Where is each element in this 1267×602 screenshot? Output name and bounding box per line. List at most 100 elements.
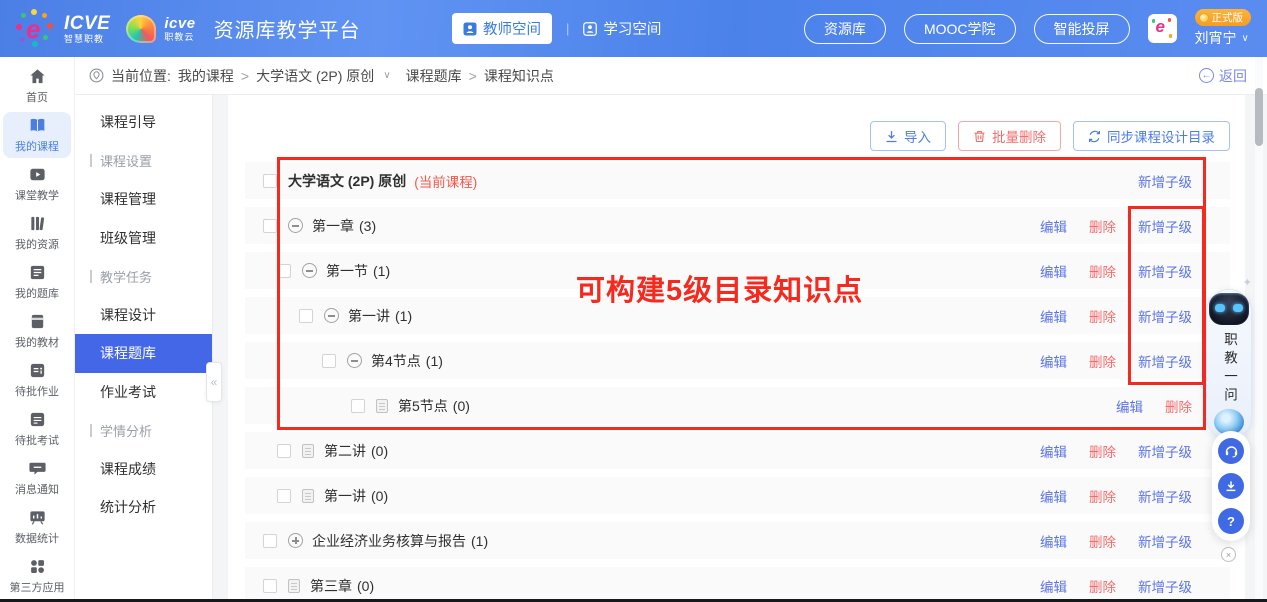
- tree-row-root: 大学语文 (2P) 原创 (当前课程) 新增子级: [245, 162, 1230, 199]
- breadcrumb-question-bank[interactable]: 课程题库: [406, 66, 462, 86]
- teacher-space-button[interactable]: 教师空间: [452, 13, 552, 44]
- row-checkbox[interactable]: [299, 309, 313, 323]
- delete-link[interactable]: 删除: [1089, 576, 1116, 596]
- user-menu[interactable]: 正式版 刘宵宁 ∨: [1195, 9, 1252, 48]
- add-child-link[interactable]: 新增子级: [1138, 261, 1192, 281]
- rail-item-classroom[interactable]: 课堂教学: [3, 161, 71, 207]
- add-child-link[interactable]: 新增子级: [1138, 171, 1192, 191]
- tree-row: 第一章 (3) 编辑 删除 新增子级: [245, 207, 1230, 244]
- add-child-link[interactable]: 新增子级: [1138, 486, 1192, 506]
- rail-item-notifications[interactable]: 消息通知: [3, 455, 71, 501]
- expand-plus-icon[interactable]: [288, 533, 303, 548]
- back-button[interactable]: ← 返回: [1199, 66, 1247, 86]
- edit-link[interactable]: 编辑: [1040, 486, 1067, 506]
- collapse-minus-icon[interactable]: [302, 263, 317, 278]
- add-child-link[interactable]: 新增子级: [1138, 576, 1192, 596]
- node-label: 第二讲: [324, 441, 366, 461]
- edit-link[interactable]: 编辑: [1040, 261, 1067, 281]
- row-checkbox[interactable]: [277, 489, 291, 503]
- scrollbar-thumb[interactable]: [1255, 88, 1263, 146]
- floating-toolbar: ?: [1212, 431, 1250, 541]
- edit-link[interactable]: 编辑: [1040, 576, 1067, 596]
- row-checkbox[interactable]: [263, 579, 277, 593]
- rail-item-home[interactable]: 首页: [3, 63, 71, 109]
- delete-link[interactable]: 删除: [1089, 351, 1116, 371]
- node-count: (0): [453, 398, 470, 414]
- row-checkbox[interactable]: [263, 174, 277, 188]
- row-checkbox[interactable]: [322, 354, 336, 368]
- sidebar-item-course-management[interactable]: 课程管理: [75, 180, 212, 219]
- edit-link[interactable]: 编辑: [1040, 531, 1067, 551]
- delete-link[interactable]: 删除: [1089, 216, 1116, 236]
- rail-item-third-party-apps[interactable]: 第三方应用: [3, 553, 71, 599]
- sparkle-icon: ✦: [1243, 276, 1252, 289]
- breadcrumb-course-name[interactable]: 大学语文 (2P) 原创: [256, 66, 374, 86]
- add-child-link[interactable]: 新增子级: [1138, 351, 1192, 371]
- question-bank-icon: [28, 263, 47, 282]
- edit-link[interactable]: 编辑: [1040, 216, 1067, 236]
- resource-library-button[interactable]: 资源库: [804, 14, 886, 44]
- tree-row: 第三章 (0) 编辑 删除 新增子级: [245, 567, 1230, 602]
- sidebar-item-homework-exams[interactable]: 作业考试: [75, 373, 212, 412]
- delete-link[interactable]: 删除: [1089, 261, 1116, 281]
- customer-service-button[interactable]: [1218, 438, 1244, 464]
- icve-mini-logo[interactable]: e: [1148, 14, 1177, 43]
- delete-link[interactable]: 删除: [1089, 441, 1116, 461]
- smart-cast-button[interactable]: 智能投屏: [1034, 14, 1130, 44]
- add-child-link[interactable]: 新增子级: [1138, 306, 1192, 326]
- sidebar-item-statistical-analysis[interactable]: 统计分析: [75, 488, 212, 527]
- add-child-link[interactable]: 新增子级: [1138, 216, 1192, 236]
- icve-cloud-logo-icon: [126, 15, 156, 43]
- edit-link[interactable]: 编辑: [1040, 351, 1067, 371]
- sidebar-item-course-question-bank[interactable]: 课程题库: [75, 334, 212, 373]
- delete-link[interactable]: 删除: [1165, 396, 1192, 416]
- sidebar-collapse-handle[interactable]: «: [206, 362, 222, 402]
- collapse-minus-icon[interactable]: [347, 353, 362, 368]
- add-child-link[interactable]: 新增子级: [1138, 441, 1192, 461]
- close-widget-icon[interactable]: ×: [1221, 547, 1236, 562]
- mooc-college-button[interactable]: MOOC学院: [904, 14, 1016, 44]
- learning-space-button[interactable]: 学习空间: [583, 18, 661, 39]
- collapse-minus-icon[interactable]: [288, 218, 303, 233]
- sidebar-item-course-guide[interactable]: 课程引导: [75, 103, 212, 142]
- row-checkbox[interactable]: [263, 534, 277, 548]
- assistant-widget[interactable]: ✦ 职教一问: [1204, 276, 1254, 440]
- row-checkbox[interactable]: [351, 399, 365, 413]
- textbook-icon: [28, 312, 47, 331]
- delete-link[interactable]: 删除: [1089, 306, 1116, 326]
- rail-item-my-courses[interactable]: 我的课程: [3, 112, 71, 158]
- tree-row: 第4节点 (1) 编辑 删除 新增子级: [245, 342, 1230, 379]
- node-count: (0): [357, 578, 374, 594]
- delete-link[interactable]: 删除: [1089, 486, 1116, 506]
- add-child-link[interactable]: 新增子级: [1138, 531, 1192, 551]
- document-icon: [376, 399, 388, 413]
- node-label: 第一讲: [348, 306, 390, 326]
- sync-course-design-button[interactable]: 同步课程设计目录: [1073, 121, 1230, 151]
- edit-link[interactable]: 编辑: [1040, 306, 1067, 326]
- row-checkbox[interactable]: [277, 444, 291, 458]
- tree-row: 第一讲 (1) 编辑 删除 新增子级: [245, 297, 1230, 334]
- row-checkbox[interactable]: [277, 264, 291, 278]
- course-dropdown-caret-icon[interactable]: ∨: [383, 70, 390, 81]
- edit-link[interactable]: 编辑: [1116, 396, 1143, 416]
- download-button[interactable]: [1218, 473, 1244, 499]
- rail-item-textbook[interactable]: 我的教材: [3, 308, 71, 354]
- import-button[interactable]: 导入: [870, 121, 946, 151]
- row-checkbox[interactable]: [263, 219, 277, 233]
- batch-delete-button[interactable]: 批量删除: [958, 121, 1061, 151]
- rail-item-my-resources[interactable]: 我的资源: [3, 210, 71, 256]
- edit-link[interactable]: 编辑: [1040, 441, 1067, 461]
- sidebar-item-course-grades[interactable]: 课程成绩: [75, 450, 212, 489]
- assistant-label: 职教一问: [1219, 332, 1239, 406]
- rail-item-pending-homework[interactable]: 待批作业: [3, 357, 71, 403]
- rail-item-data-stats[interactable]: 数据统计: [3, 504, 71, 550]
- rail-item-question-bank[interactable]: 我的题库: [3, 259, 71, 305]
- chevron-down-icon: ∨: [1242, 33, 1249, 44]
- sidebar-item-class-management[interactable]: 班级管理: [75, 219, 212, 258]
- sidebar-item-course-design[interactable]: 课程设计: [75, 296, 212, 335]
- rail-item-pending-exams[interactable]: 待批考试: [3, 406, 71, 452]
- breadcrumb-my-courses[interactable]: 我的课程: [178, 66, 234, 86]
- collapse-minus-icon[interactable]: [324, 308, 339, 323]
- delete-link[interactable]: 删除: [1089, 531, 1116, 551]
- help-button[interactable]: ?: [1218, 508, 1244, 534]
